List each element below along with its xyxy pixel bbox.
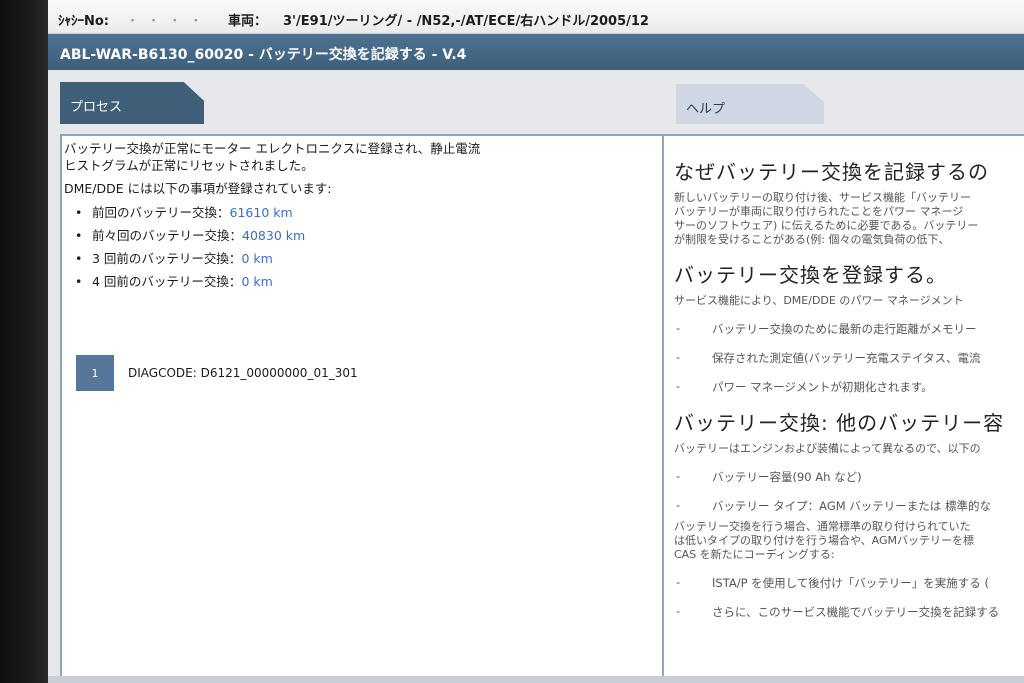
help-line: が制限を受けることがある(例: 個々の電気負荷の低下、 — [674, 233, 950, 246]
help-bullet: バッテリー タイプ：AGM バッテリーまたは 標準的な — [674, 498, 1024, 514]
help-paragraph: バッテリー交換を行う場合、通常標準の取り付けられていた は低いタイプの取り付けを… — [674, 520, 1024, 562]
list-item: 4 回前のバッテリー交換：0 km — [64, 270, 666, 293]
process-panel: バッテリー交換が正常にモーター エレクトロニクスに登録され、静止電流 ヒストグラ… — [60, 134, 668, 683]
ista-screen: ｼｬｼｰNo: ・ ・ ・ ・ 車両： 3'/E91/ツーリング/ - /N52… — [48, 0, 1024, 683]
help-heading: バッテリー交換を登録する。 — [674, 263, 947, 287]
help-bullet: ISTA/P を使用して後付け「バッテリー」を実施する ( — [674, 575, 1024, 591]
list-item: 3 回前のバッテリー交換：0 km — [64, 247, 666, 270]
intro-line: バッテリー交換が正常にモーター エレクトロニクスに登録され、静止電流 — [64, 141, 481, 156]
item-value: 40830 km — [242, 228, 306, 243]
process-subhead: DME/DDE には以下の事項が登録されています: — [64, 181, 332, 196]
page-title: ABL-WAR-B6130_60020 - バッテリー交換を記録する - V.4 — [48, 34, 1024, 70]
help-bullet: バッテリー交換のために最新の走行距離がメモリー — [674, 321, 1024, 337]
help-line: サービス機能により、DME/DDE のパワー マネージメント — [674, 294, 964, 307]
help-line: 新しいバッテリーの取り付け後、サービス機能「バッテリー — [674, 191, 971, 204]
bottom-frame — [48, 676, 1024, 683]
process-intro: バッテリー交換が正常にモーター エレクトロニクスに登録され、静止電流 ヒストグラ… — [64, 140, 484, 174]
item-value: 0 km — [241, 251, 273, 266]
help-line: は低いタイプの取り付けを行う場合や、AGMバッテリーを標 — [674, 534, 975, 547]
diag-row: 1 DIAGCODE: D6121_00000000_01_301 — [76, 355, 358, 391]
vehicle-info-bar: ｼｬｼｰNo: ・ ・ ・ ・ 車両： 3'/E91/ツーリング/ - /N52… — [48, 0, 1024, 34]
chassis-value: ・ ・ ・ ・ — [126, 14, 205, 29]
item-label: 3 回前のバッテリー交換： — [92, 251, 242, 266]
help-bullet: バッテリー容量(90 Ah など) — [674, 469, 1024, 485]
chassis-label: ｼｬｼｰNo: — [58, 14, 110, 29]
help-paragraph: 新しいバッテリーの取り付け後、サービス機能「バッテリー バッテリーが車両に取り付… — [674, 191, 1024, 247]
item-label: 前々回のバッテリー交換： — [92, 228, 243, 243]
help-heading: なぜバッテリー交換を記録するの — [674, 160, 989, 184]
help-heading: バッテリー交換: 他のバッテリー容 — [674, 411, 1005, 435]
item-value: 61610 km — [229, 205, 293, 220]
help-line: バッテリー交換を行う場合、通常標準の取り付けられていた — [674, 520, 971, 533]
main-content: プロセス ヘルプ バッテリー交換が正常にモーター エレクトロニクスに登録され、静… — [48, 70, 1024, 683]
help-bullet: パワー マネージメントが初期化されます。 — [674, 379, 1024, 395]
vehicle-label: 車両： — [228, 14, 268, 29]
monitor-bezel — [0, 0, 48, 683]
help-bullet: 保存された測定値(バッテリー充電ステイタス、電流 — [674, 350, 1024, 366]
list-item: 前々回のバッテリー交換：40830 km — [64, 224, 666, 247]
item-label: 前回のバッテリー交換： — [92, 205, 230, 220]
help-line: CAS を新たにコーディングする: — [674, 548, 835, 561]
diag-code: DIAGCODE: D6121_00000000_01_301 — [128, 366, 358, 380]
help-bullet: さらに、このサービス機能でバッテリー交換を記録する — [674, 604, 1024, 620]
tab-process[interactable]: プロセス — [60, 82, 204, 124]
item-value: 0 km — [241, 274, 273, 289]
list-item: 前回のバッテリー交換：61610 km — [64, 201, 666, 224]
intro-line: ヒストグラムが正常にリセットされました。 — [64, 158, 314, 173]
battery-history-list: 前回のバッテリー交換：61610 km 前々回のバッテリー交換：40830 km… — [64, 201, 666, 293]
item-label: 4 回前のバッテリー交換： — [92, 274, 242, 289]
help-line: サーのソフトウェア) に伝えるために必要である。バッテリー — [674, 219, 979, 232]
diag-number-badge[interactable]: 1 — [76, 355, 114, 391]
help-line: バッテリーはエンジンおよび装備によって異なるので、以下の — [674, 442, 981, 455]
vehicle-value: 3'/E91/ツーリング/ - /N52,-/AT/ECE/右ハンドル/2005… — [283, 14, 649, 29]
tab-help[interactable]: ヘルプ — [676, 84, 824, 124]
help-line: バッテリーが車両に取り付けられたことをパワー マネージ — [674, 205, 964, 218]
help-panel: なぜバッテリー交換を記録するの 新しいバッテリーの取り付け後、サービス機能「バッ… — [662, 134, 1024, 683]
